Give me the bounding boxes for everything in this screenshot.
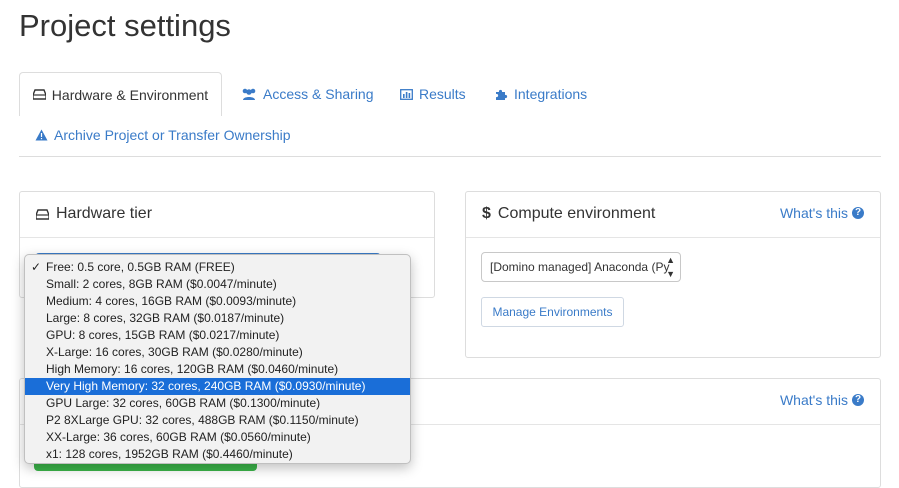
- whats-this-link[interactable]: What's this ?: [780, 205, 864, 221]
- hardware-tier-option-label: Free: 0.5 core, 0.5GB RAM (FREE): [46, 260, 235, 274]
- hardware-tier-option[interactable]: ✓ Free: 0.5 core, 0.5GB RAM (FREE): [25, 259, 410, 276]
- tab-hardware-environment[interactable]: Hardware & Environment: [19, 72, 222, 116]
- tab-label: Results: [419, 86, 466, 102]
- tab-archive-transfer[interactable]: Archive Project or Transfer Ownership: [35, 127, 291, 143]
- hardware-tier-option-label: High Memory: 16 cores, 120GB RAM ($0.046…: [46, 362, 339, 376]
- question-circle-icon: ?: [852, 394, 864, 406]
- compute-environment-select[interactable]: [Domino managed] Anaconda (Py ▲ ▼: [481, 252, 681, 282]
- whats-this-link[interactable]: What's this ?: [780, 392, 864, 408]
- question-circle-icon: ?: [852, 207, 864, 219]
- hardware-tier-option-label: GPU Large: 32 cores, 60GB RAM ($0.1300/m…: [46, 396, 321, 410]
- tab-label: Hardware & Environment: [51, 86, 209, 103]
- hardware-tier-option[interactable]: High Memory: 16 cores, 120GB RAM ($0.046…: [25, 361, 410, 378]
- hardware-tier-option[interactable]: Large: 8 cores, 32GB RAM ($0.0187/minute…: [25, 310, 410, 327]
- tab-label: Access & Sharing: [263, 86, 374, 102]
- tab-label: Integrations: [514, 86, 588, 102]
- tab-label: Archive Project or Transfer Ownership: [54, 127, 291, 143]
- hardware-tier-option[interactable]: XX-Large: 36 cores, 60GB RAM ($0.0560/mi…: [25, 429, 410, 446]
- selected-environment: [Domino managed] Anaconda (Py: [490, 260, 670, 274]
- whats-this-label: What's this: [779, 205, 848, 221]
- hardware-tier-option[interactable]: P2 8XLarge GPU: 32 cores, 488GB RAM ($0.…: [25, 412, 410, 429]
- panel-header: $ Compute environment What's this ?: [466, 192, 880, 238]
- hardware-tier-dropdown[interactable]: ✓ Free: 0.5 core, 0.5GB RAM (FREE) Small: …: [24, 254, 411, 464]
- hardware-tier-option[interactable]: Very High Memory: 32 cores, 240GB RAM ($…: [25, 378, 410, 395]
- hardware-tier-option[interactable]: x1: 128 cores, 1952GB RAM ($0.4460/minut…: [25, 446, 410, 463]
- tab-integrations[interactable]: Integrations: [495, 86, 587, 102]
- hardware-tier-option[interactable]: Small: 2 cores, 8GB RAM ($0.0047/minute): [25, 276, 410, 293]
- panel-title-text: Hardware tier: [56, 205, 153, 222]
- hardware-tier-option-label: Small: 2 cores, 8GB RAM ($0.0047/minute): [46, 277, 277, 291]
- select-arrows-icon: ▲ ▼: [666, 255, 675, 279]
- whats-this-label: What's this: [779, 392, 848, 408]
- hardware-tier-option[interactable]: Medium: 4 cores, 16GB RAM ($0.0093/minut…: [25, 293, 410, 310]
- panel-title: Hardware tier: [36, 205, 152, 223]
- hardware-tier-option-label: x1: 128 cores, 1952GB RAM ($0.4460/minut…: [46, 447, 293, 461]
- manage-environments-button[interactable]: Manage Environments: [481, 297, 624, 327]
- hardware-tier-option-label: XX-Large: 36 cores, 60GB RAM ($0.0560/mi…: [46, 430, 311, 444]
- hardware-tier-option-label: X-Large: 16 cores, 30GB RAM ($0.0280/min…: [46, 345, 303, 359]
- panel-title-text: Compute environment: [497, 205, 656, 222]
- tab-access-sharing[interactable]: Access & Sharing: [241, 86, 374, 102]
- checkmark-icon: ✓: [31, 260, 42, 274]
- panel-header: Hardware tier: [20, 192, 434, 238]
- dollar-icon: $: [482, 205, 491, 222]
- hardware-tier-option[interactable]: GPU: 8 cores, 15GB RAM ($0.0217/minute): [25, 327, 410, 344]
- warning-icon: [35, 129, 48, 141]
- hardware-tier-option-label: Very High Memory: 32 cores, 240GB RAM ($…: [46, 379, 366, 393]
- compute-environment-panel: $ Compute environment What's this ? [Dom…: [465, 191, 881, 358]
- hardware-tier-option[interactable]: GPU Large: 32 cores, 60GB RAM ($0.1300/m…: [25, 395, 410, 412]
- bar-chart-icon: [400, 88, 413, 100]
- hardware-tier-option-label: P2 8XLarge GPU: 32 cores, 488GB RAM ($0.…: [46, 413, 359, 427]
- hdd-icon: [36, 208, 49, 220]
- settings-tabs: Hardware & Environment Access & Sharing …: [19, 72, 881, 157]
- users-icon: [242, 88, 256, 100]
- hardware-tier-option[interactable]: X-Large: 16 cores, 30GB RAM ($0.0280/min…: [25, 344, 410, 361]
- hardware-tier-option-label: GPU: 8 cores, 15GB RAM ($0.0217/minute): [46, 328, 280, 342]
- hardware-tier-option-label: Large: 8 cores, 32GB RAM ($0.0187/minute…: [46, 311, 285, 325]
- page-title: Project settings: [19, 8, 231, 43]
- hdd-icon: [32, 89, 46, 100]
- panel-title: $ Compute environment: [482, 205, 655, 223]
- puzzle-icon: [496, 89, 508, 100]
- tab-results[interactable]: Results: [400, 86, 466, 102]
- hardware-tier-option-label: Medium: 4 cores, 16GB RAM ($0.0093/minut…: [46, 294, 297, 308]
